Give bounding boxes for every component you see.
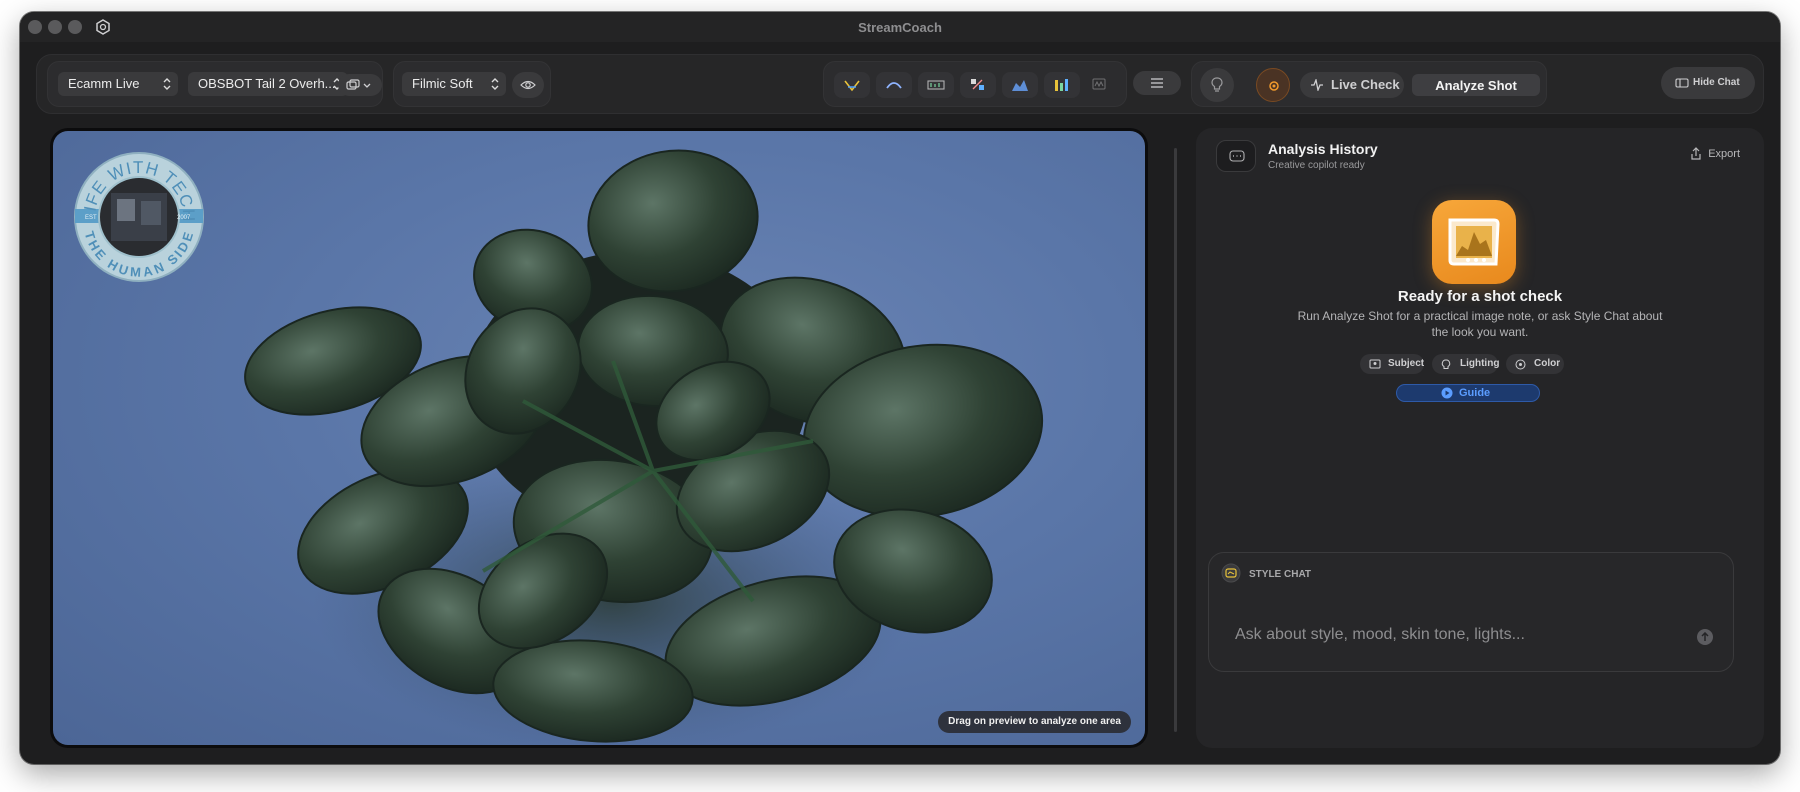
window-title: StreamCoach [858, 20, 942, 35]
curve-icon [886, 82, 902, 89]
copy-layers-icon [346, 79, 371, 90]
camera-preview[interactable]: LIFE WITH TECH THE HUMAN SIDE EST 2007 D… [53, 131, 1145, 745]
analyze-group: Live Check Analyze Shot [1191, 61, 1547, 107]
waveform-toggle-icon[interactable] [1092, 78, 1106, 90]
sparkle-icon [1269, 81, 1279, 91]
chevron-updown-icon [163, 78, 171, 90]
title-bar: StreamCoach [20, 12, 1780, 42]
chip-subject-label: Subject [1388, 358, 1425, 369]
scope-parade-button[interactable] [960, 72, 996, 98]
analyze-shot-button[interactable]: Analyze Shot [1412, 74, 1540, 96]
device-select-label: OBSBOT Tail 2 Overh... [198, 76, 336, 91]
message-bubble-icon [1229, 150, 1245, 162]
copilot-status-button[interactable] [1256, 68, 1290, 102]
hide-chat-label: Hide Chat [1693, 77, 1740, 88]
style-chat-avatar-icon [1221, 563, 1241, 583]
vectorscope-icon [844, 80, 860, 92]
sidebar-icon [1675, 78, 1689, 88]
chip-color[interactable]: Color [1506, 354, 1564, 374]
hide-chat-button[interactable]: Hide Chat [1661, 67, 1755, 99]
chip-lighting[interactable]: Lighting [1432, 354, 1500, 374]
badge-right-text: 2007 [177, 215, 191, 221]
chevron-updown-icon [491, 78, 499, 90]
device-select[interactable]: OBSBOT Tail 2 Overh... [188, 72, 348, 96]
eye-icon [520, 80, 536, 90]
channel-logo-image: LIFE WITH TECH THE HUMAN SIDE EST 2007 [68, 136, 204, 282]
empty-state-text: Run Analyze Shot for a practical image n… [1297, 309, 1663, 339]
lightbulb-icon [1211, 77, 1223, 92]
preview-drag-hint: Drag on preview to analyze one area [938, 711, 1131, 733]
list-menu-button[interactable] [1133, 71, 1181, 95]
palette-icon [1515, 359, 1526, 370]
empty-state-title: Ready for a shot check [1397, 288, 1563, 305]
toolbar: Ecamm Live OBSBOT Tail 2 Overh... Filmic… [36, 54, 1764, 114]
plant-image [244, 149, 1044, 745]
chip-subject[interactable]: Subject [1360, 354, 1424, 374]
parade-icon [971, 79, 984, 90]
look-select[interactable]: Filmic Soft [402, 72, 506, 96]
rgb-bars-icon [1055, 79, 1068, 91]
shot-check-icon [1432, 200, 1516, 284]
subject-frame-icon [1369, 359, 1381, 369]
histogram-card-icon [1448, 218, 1500, 266]
style-chat-label: STYLE CHAT [1249, 569, 1312, 580]
send-button[interactable] [1697, 629, 1713, 645]
scope-vectorscope-button[interactable] [834, 72, 870, 98]
export-label: Export [1708, 148, 1740, 160]
camera-select-label: Ecamm Live [68, 76, 140, 91]
share-icon [1691, 147, 1701, 160]
pulse-icon [1311, 79, 1323, 91]
scope-curve-button[interactable] [876, 72, 912, 98]
chip-lighting-label: Lighting [1460, 358, 1500, 369]
scope-rgb-button[interactable] [1044, 72, 1080, 98]
lighting-hint-button[interactable] [1200, 68, 1234, 102]
chip-color-label: Color [1534, 358, 1561, 369]
play-circle-icon [1441, 387, 1453, 399]
analysis-panel: Analysis History Creative copilot ready … [1196, 128, 1764, 748]
panel-title: Analysis History [1268, 141, 1378, 157]
look-group: Filmic Soft [393, 61, 551, 107]
waveform-icon [927, 80, 945, 90]
scope-histogram-button[interactable] [1002, 72, 1038, 98]
app-window: StreamCoach Ecamm Live OBSBOT Tail 2 Ove… [20, 12, 1780, 764]
style-chat-box: STYLE CHAT [1208, 552, 1734, 672]
look-select-label: Filmic Soft [412, 76, 473, 91]
preview-eye-button[interactable] [512, 72, 544, 98]
analyze-shot-label: Analyze Shot [1435, 78, 1517, 93]
live-check-label: Live Check [1331, 77, 1400, 92]
export-button[interactable]: Export [1691, 147, 1740, 160]
source-group: Ecamm Live OBSBOT Tail 2 Overh... [47, 61, 383, 107]
style-chat-input[interactable] [1235, 623, 1675, 647]
channel-logo-badge: LIFE WITH TECH THE HUMAN SIDE EST 2007 [68, 136, 205, 283]
scopes-group [823, 61, 1127, 107]
guide-label: Guide [1459, 387, 1491, 399]
lightbulb-icon [1441, 359, 1451, 369]
histogram-icon [1012, 80, 1028, 91]
layout-menu-button[interactable] [338, 74, 382, 96]
guide-button[interactable]: Guide [1396, 384, 1540, 402]
split-view-divider[interactable] [1174, 148, 1177, 732]
camera-select[interactable]: Ecamm Live [58, 72, 178, 96]
badge-left-text: EST [85, 215, 97, 221]
list-icon [1151, 78, 1163, 88]
camera-preview-frame: LIFE WITH TECH THE HUMAN SIDE EST 2007 D… [50, 128, 1148, 748]
live-check-button[interactable]: Live Check [1300, 72, 1404, 98]
history-icon-button[interactable] [1216, 140, 1256, 172]
panel-subtitle: Creative copilot ready [1268, 160, 1365, 171]
scope-waveform-button[interactable] [918, 72, 954, 98]
arrow-up-icon [1701, 632, 1709, 641]
